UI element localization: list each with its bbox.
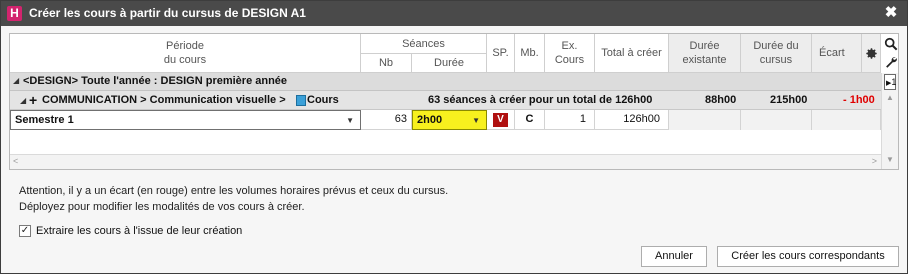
group-label: <DESIGN> Toute l'année : DESIGN première… (23, 75, 288, 87)
vertical-scrollbar[interactable]: ▶1 ▲ ▼ (881, 73, 898, 169)
header-total[interactable]: Total à créer (595, 34, 669, 73)
app-logo-icon: H (7, 6, 22, 21)
periode-value: Semestre 1 (15, 114, 74, 126)
header-duree[interactable]: Durée (412, 54, 487, 73)
extract-courses-checkbox[interactable]: ✓ (19, 225, 31, 237)
header-duree-cursus[interactable]: Durée du cursus (741, 34, 812, 73)
duree-value: 2h00 (417, 114, 443, 126)
chevron-down-icon: ▼ (472, 116, 480, 125)
page-navigator[interactable]: ▶1 (884, 74, 896, 90)
mb-cell[interactable]: C (515, 110, 545, 130)
header-mb[interactable]: Mb. (515, 34, 545, 73)
subgroup-ecart: - 1h00 (843, 94, 875, 106)
create-courses-button[interactable]: Créer les cours correspondants (717, 246, 899, 267)
header-ecart[interactable]: Écart (812, 34, 862, 73)
header-sp[interactable]: SP. (487, 34, 515, 73)
header-ex-cours[interactable]: Ex. Cours (545, 34, 595, 73)
duree-select[interactable]: 2h00 ▼ (412, 110, 487, 130)
nb-field[interactable]: 63 (361, 110, 412, 130)
warning-message-line1: Attention, il y a un écart (en rouge) en… (19, 185, 449, 197)
gear-icon (865, 47, 877, 59)
cancel-button[interactable]: Annuler (641, 246, 707, 267)
scroll-up-arrow-icon[interactable]: ▲ (886, 93, 894, 102)
duree-existante-cell (669, 110, 741, 130)
page-indicator: 1 (891, 77, 897, 87)
sp-badge: V (493, 113, 508, 127)
cours-label: Cours (307, 94, 339, 106)
scroll-down-arrow-icon[interactable]: ▼ (886, 155, 894, 164)
header-duree-existante[interactable]: Durée existante (669, 34, 741, 73)
duree-cursus-cell (741, 110, 812, 130)
subgroup-path: COMMUNICATION > Communication visuelle > (42, 94, 286, 106)
periode-select[interactable]: Semestre 1 ▼ (10, 110, 361, 130)
course-row[interactable]: Semestre 1 ▼ 63 2h00 ▼ V C 1 126h00 (10, 110, 881, 130)
subgroup-duree-cursus: 215h00 (770, 94, 808, 106)
extract-courses-label[interactable]: Extraire les cours à l'issue de leur cré… (36, 225, 242, 237)
ecart-cell (812, 110, 881, 130)
collapse-toggle-icon[interactable]: ◢ (13, 76, 19, 85)
column-settings-button[interactable] (862, 34, 881, 73)
header-seances: Séances (361, 34, 487, 54)
subgroup-duree-existante: 88h00 (705, 94, 737, 106)
ex-cours-field[interactable]: 1 (545, 110, 595, 130)
scroll-right-arrow-icon[interactable]: > (872, 156, 877, 166)
scroll-left-arrow-icon[interactable]: < (13, 156, 18, 166)
header-nb[interactable]: Nb (361, 54, 412, 73)
subgroup-summary: 63 séances à créer pour un total de 126h… (428, 94, 653, 106)
subgroup-row[interactable]: ◢ + COMMUNICATION > Communication visuel… (10, 91, 881, 110)
create-courses-dialog: H Créer les cours à partir du cursus de … (0, 0, 908, 274)
horizontal-scrollbar[interactable]: < > (10, 154, 881, 169)
chevron-down-icon: ▼ (346, 116, 354, 125)
header-periode[interactable]: Période du cours (10, 34, 361, 73)
group-row[interactable]: ◢ <DESIGN> Toute l'année : DESIGN premiè… (10, 73, 881, 91)
side-toolbar (881, 34, 900, 73)
title-bar: H Créer les cours à partir du cursus de … (1, 1, 907, 26)
cours-color-square (296, 95, 306, 106)
dialog-title: Créer les cours à partir du cursus de DE… (29, 6, 306, 20)
collapse-toggle-icon[interactable]: ◢ (20, 91, 26, 110)
warning-message-line2: Déployez pour modifier les modalités de … (19, 201, 305, 213)
search-icon[interactable] (884, 37, 898, 51)
courses-grid: Période du cours Séances Nb Durée SP. Mb… (9, 33, 899, 170)
sp-cell[interactable]: V (487, 110, 515, 130)
expand-plus-icon[interactable]: + (29, 91, 37, 110)
wrench-icon[interactable] (884, 55, 898, 69)
total-cell: 126h00 (595, 110, 669, 130)
close-button[interactable]: ✖ (883, 4, 899, 22)
